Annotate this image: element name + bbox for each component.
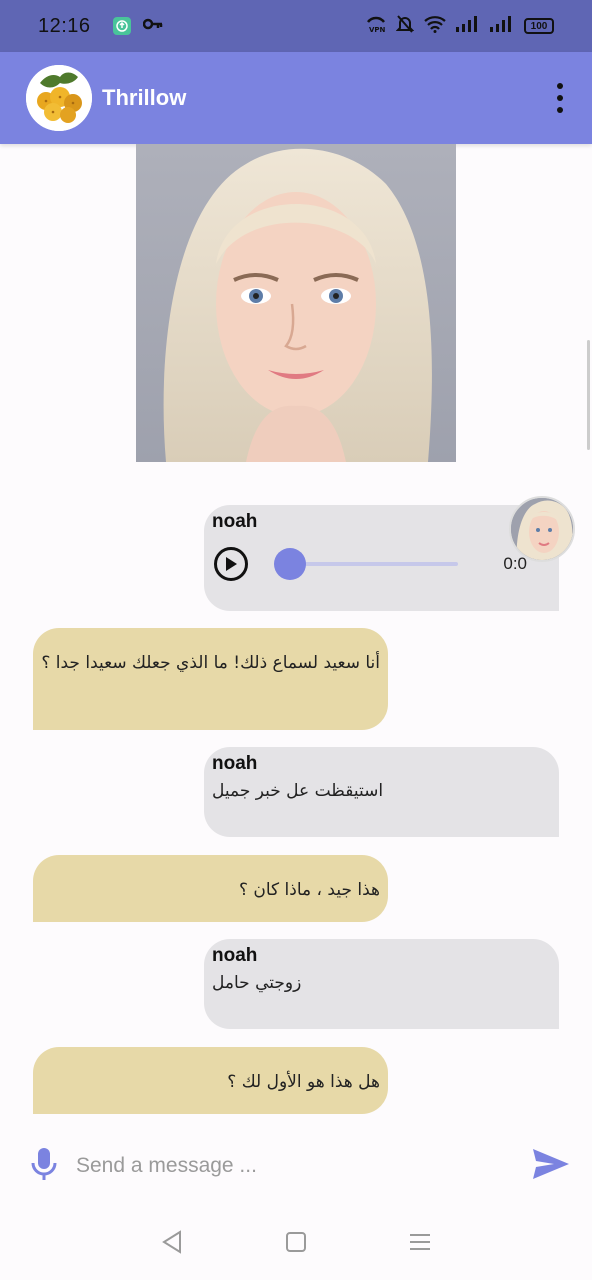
- back-triangle-icon[interactable]: [161, 1229, 183, 1259]
- bot-message: أنا سعيد لسماع ذلك! ما الذي جعلك سعيدا ج…: [33, 628, 388, 730]
- signal-icon-2: [490, 15, 514, 37]
- message-text: زوجتي حامل: [212, 973, 302, 993]
- menu-dot: [557, 83, 563, 89]
- menu-dot: [557, 95, 563, 101]
- mute-bell-icon: [395, 14, 415, 39]
- message-input[interactable]: [76, 1146, 532, 1186]
- battery-indicator: 100: [524, 18, 554, 34]
- svg-text:VPN: VPN: [369, 26, 386, 34]
- bot-message: هل هذا هو الأول لك ؟: [33, 1047, 388, 1114]
- app-title: Thrillow: [102, 85, 187, 110]
- status-system-icons: VPN 100: [366, 14, 554, 39]
- play-button[interactable]: [214, 547, 248, 581]
- audio-duration: 0:0: [503, 554, 527, 573]
- bot-message: هذا جيد ، ماذا كان ؟: [33, 855, 388, 922]
- app-avatar[interactable]: [26, 65, 92, 131]
- message-sender: noah: [212, 945, 258, 966]
- chat-scrollbar[interactable]: [587, 340, 590, 450]
- more-vert-icon[interactable]: [554, 83, 566, 113]
- system-nav-bar: [0, 1208, 592, 1280]
- character-portrait-image: [136, 144, 456, 462]
- menu-lines-icon[interactable]: [409, 1232, 431, 1257]
- wifi-icon: [424, 15, 446, 38]
- app-notification-icon: [112, 17, 131, 35]
- status-notification-icons: [112, 17, 163, 35]
- chat-list[interactable]: noah 0:0 أنا سعيد لسماع ذلك! ما الذي جعل…: [0, 144, 592, 1114]
- app-bar: Thrillow: [0, 52, 592, 144]
- signal-icon-1: [456, 15, 480, 37]
- audio-seek-thumb[interactable]: [274, 548, 306, 580]
- audio-seek-bar[interactable]: [274, 548, 458, 580]
- vpn-icon: VPN: [366, 14, 386, 39]
- message-text: هذا جيد ، ماذا كان ؟: [238, 880, 380, 900]
- menu-dot: [557, 107, 563, 113]
- status-time: 12:16: [38, 14, 91, 37]
- sender-avatar[interactable]: [509, 496, 575, 562]
- message-text: أنا سعيد لسماع ذلك! ما الذي جعلك سعيدا ج…: [41, 653, 380, 673]
- message-composer: [0, 1124, 592, 1208]
- message-text: هل هذا هو الأول لك ؟: [227, 1072, 380, 1092]
- play-icon: [226, 557, 237, 571]
- user-audio-message: noah 0:0: [204, 505, 559, 611]
- message-sender: noah: [212, 753, 258, 774]
- send-icon[interactable]: [532, 1148, 570, 1185]
- mic-icon[interactable]: [30, 1147, 58, 1186]
- status-bar: 12:16 VPN 100: [0, 0, 592, 52]
- key-icon: [142, 17, 163, 35]
- user-message: noah استيقظت عل خبر جميل: [204, 747, 559, 837]
- audio-player: 0:0: [212, 547, 551, 581]
- message-text: استيقظت عل خبر جميل: [212, 781, 384, 801]
- message-sender: noah: [212, 511, 258, 532]
- home-square-icon[interactable]: [285, 1231, 307, 1258]
- user-message: noah زوجتي حامل: [204, 939, 559, 1029]
